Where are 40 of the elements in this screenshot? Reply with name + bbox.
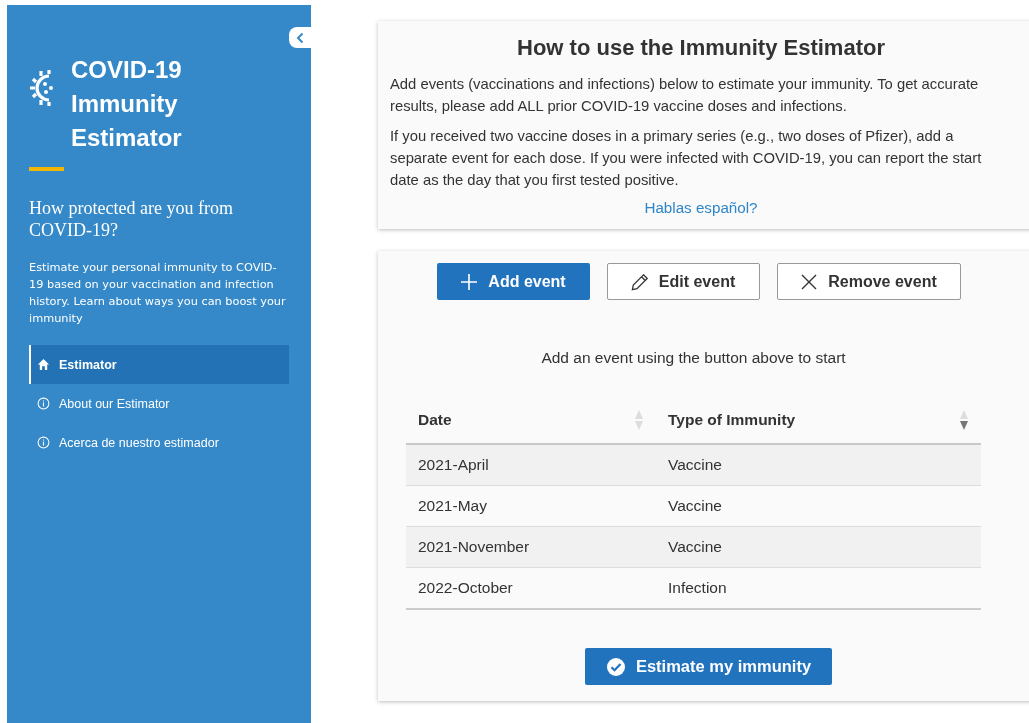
chevron-left-icon — [295, 31, 305, 44]
app-title: Immunity — [71, 89, 179, 119]
nav-label: Acerca de nuestro estimador — [59, 435, 219, 450]
empty-hint: Add an event using the button above to start — [541, 349, 846, 367]
check-circle-icon — [605, 656, 626, 677]
info-icon — [37, 397, 50, 410]
table-cell: Vaccine — [668, 538, 722, 555]
card-title: How to use the Immunity Estimator — [516, 35, 886, 61]
table-cell: 2021-May — [418, 497, 487, 514]
edit-button[interactable]: Edit event — [606, 263, 760, 300]
close-icon — [800, 272, 819, 291]
nav-item[interactable]: Estimator — [29, 345, 289, 384]
table-cell: Infection — [668, 579, 727, 596]
table-cell: Vaccine — [668, 456, 722, 473]
nav-label: Estimator — [59, 357, 117, 372]
home-icon — [37, 358, 50, 371]
nav-label: About our Estimator — [59, 396, 170, 411]
spanish-link[interactable]: Hablas español? — [644, 199, 758, 216]
app-title: Estimator — [71, 123, 182, 153]
pencil-icon — [630, 272, 649, 291]
table-cell: Vaccine — [668, 497, 722, 514]
sort-icon[interactable] — [959, 409, 969, 431]
table-cell: 2021-April — [418, 456, 489, 473]
info-icon — [37, 436, 50, 449]
column-header: Date — [418, 411, 452, 429]
plus-icon — [460, 272, 479, 291]
nav-item[interactable]: Acerca de nuestro estimador — [29, 423, 289, 462]
instruction-text: Add events (vaccinations and infections) below to estimate your immunity. To get accurate results, please add ALL prior COVID-19 vaccine doses and infections. — [390, 75, 980, 116]
estimate-button[interactable]: Estimate my immunity — [585, 648, 832, 685]
app-title: COVID-19 — [71, 55, 182, 85]
instruction-text: If you received two vaccine doses in a primary series (e.g., two doses of Pfizer), add a separate event for each dose. If you were infected with COVID-19, you can report the start date as the day that you first tested positive. — [390, 127, 983, 190]
remove-button[interactable]: Remove event — [776, 263, 961, 300]
sidebar-heading: How protected are you from COVID-19? — [29, 197, 234, 241]
sidebar-description: Estimate your personal immunity to COVID-19 based on your vaccination and infection history. Learn about ways you can boost your immunity — [29, 260, 287, 327]
add-button[interactable]: Add event — [436, 263, 590, 300]
table-cell: 2021-November — [418, 538, 530, 555]
column-header: Type of Immunity — [668, 411, 796, 429]
collapse-button[interactable] — [289, 27, 311, 48]
table-cell: 2022-October — [418, 579, 513, 596]
nav-item[interactable]: About our Estimator — [29, 384, 289, 423]
